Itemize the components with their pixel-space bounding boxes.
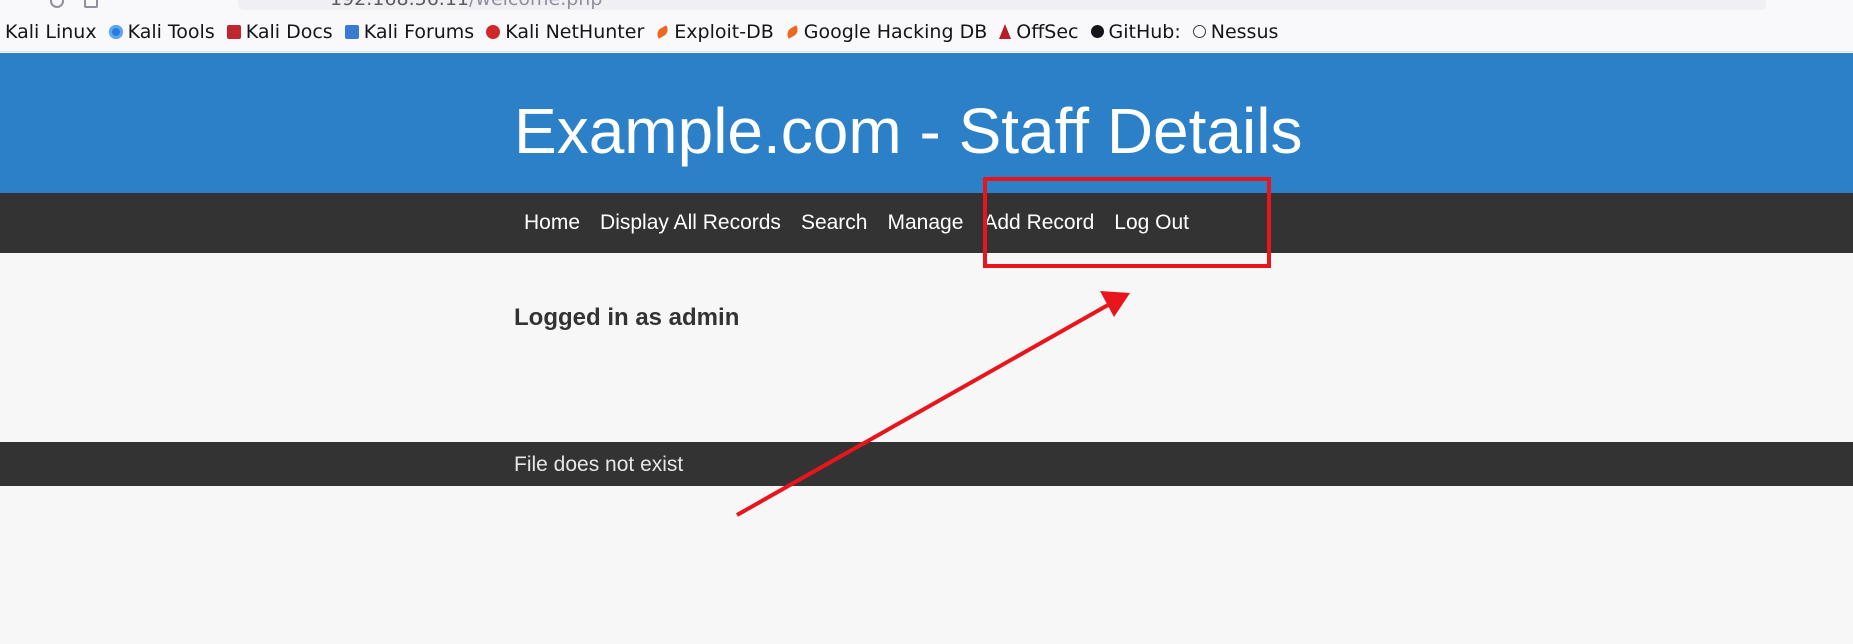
kali-docs-icon [226, 24, 241, 39]
bookmark-label: Kali Linux [5, 20, 97, 43]
bookmark-kali-forums[interactable]: Kali Forums [344, 20, 475, 43]
bookmark-label: Exploit-DB [674, 20, 774, 43]
url-host: 192.168.56.11 [330, 0, 469, 10]
main-navigation: Home Display All Records Search Manage A… [0, 193, 1853, 253]
url-text[interactable]: 192.168.56.11/welcome.php [330, 0, 602, 10]
arrow-head [1100, 291, 1130, 317]
footer-message: File does not exist [514, 453, 684, 476]
globe-icon [1192, 25, 1206, 38]
page-title: Example.com - Staff Details [514, 95, 1303, 167]
browser-toolbar: 192.168.56.11/welcome.php [0, 0, 1853, 12]
url-path: /welcome.php [469, 0, 602, 10]
bookmark-label: Kali Docs [245, 20, 333, 43]
bookmark-label: OffSec [1016, 20, 1079, 43]
github-icon [1090, 25, 1104, 38]
site-header: Example.com - Staff Details [0, 53, 1853, 193]
nav-link-search[interactable]: Search [791, 211, 878, 234]
kali-forums-icon [344, 24, 359, 39]
bookmark-label: Kali Forums [363, 20, 475, 43]
footer: File does not exist [0, 442, 1853, 486]
nav-link-home[interactable]: Home [514, 211, 590, 234]
google-hacking-db-icon [784, 24, 800, 39]
bookmark-label: Kali Tools [127, 20, 215, 43]
bookmark-google-hacking-db[interactable]: Google Hacking DB [784, 20, 988, 43]
bookmark-label: GitHub: [1108, 20, 1181, 43]
bookmark-label: Google Hacking DB [803, 20, 988, 43]
bookmark-kali-docs[interactable]: Kali Docs [226, 20, 333, 43]
bookmark-kali-tools[interactable]: Kali Tools [108, 20, 215, 43]
bookmarks-toolbar: Kali Linux Kali Tools Kali Docs Kali For… [0, 12, 1853, 52]
bookmark-label: Nessus [1210, 20, 1279, 43]
bookmark-exploit-db[interactable]: Exploit-DB [655, 20, 774, 43]
exploit-db-icon [655, 24, 671, 39]
bookmark-kali-linux[interactable]: Kali Linux [5, 21, 97, 43]
nav-link-display-all-records[interactable]: Display All Records [590, 211, 791, 234]
home-icon[interactable] [84, 0, 98, 8]
kali-nethunter-icon [486, 24, 501, 39]
offsec-icon [999, 24, 1012, 39]
login-status: Logged in as admin [514, 304, 740, 331]
bookmark-kali-nethunter[interactable]: Kali NetHunter [486, 21, 644, 43]
annotation-highlight-box [983, 177, 1271, 268]
bookmark-label: Kali NetHunter [505, 20, 645, 43]
bookmark-nessus[interactable]: Nessus [1192, 20, 1279, 43]
bookmark-github[interactable]: GitHub: [1090, 20, 1181, 43]
reload-icon[interactable] [50, 0, 64, 8]
nav-link-manage[interactable]: Manage [877, 211, 973, 234]
kali-tools-icon [108, 24, 123, 39]
bookmark-offsec[interactable]: OffSec [999, 20, 1079, 43]
